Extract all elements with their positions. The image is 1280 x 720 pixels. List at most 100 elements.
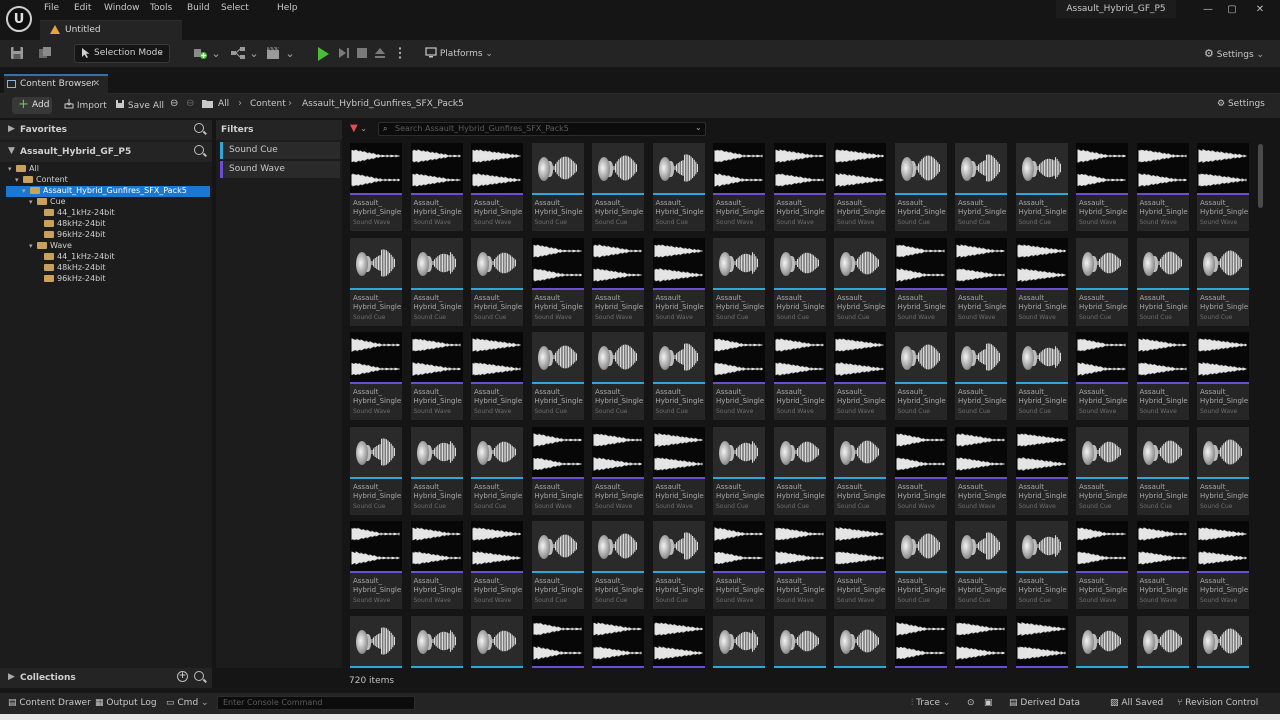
asset-tile-sound-cue[interactable]: Assault_Hybrid_SingleSound Cue [894, 521, 947, 609]
asset-tile-sound-wave[interactable]: Assault_Hybrid_SingleSound Wave [894, 237, 947, 326]
asset-tile-sound-cue[interactable]: Assault_Hybrid_SingleSound Cue [531, 521, 584, 609]
asset-tile-sound-cue[interactable]: Assault_Hybrid_SingleSound Cue [531, 332, 584, 420]
asset-tile-sound-cue[interactable]: Assault_Hybrid_SingleSound Cue [350, 615, 402, 668]
asset-scrollbar[interactable] [1258, 144, 1263, 208]
asset-tile-sound-cue[interactable]: Assault_Hybrid_SingleSound Cue [1015, 143, 1068, 231]
console-command-input[interactable]: Enter Console Command [217, 696, 415, 710]
asset-tile-sound-wave[interactable]: Assault_Hybrid_SingleSound Wave [410, 143, 463, 231]
tree-folder[interactable]: 44_1kHz-24bit [6, 252, 210, 263]
maximize-button[interactable]: ▢ [1222, 2, 1242, 18]
asset-tile-sound-cue[interactable]: Assault_Hybrid_SingleSound Cue [955, 143, 1007, 231]
breadcrumb-pack[interactable]: Assault_Hybrid_Gunfires_SFX_Pack5 [302, 99, 464, 109]
asset-tile-sound-cue[interactable]: Assault_Hybrid_SingleSound Cue [471, 237, 523, 326]
all-saved-button[interactable]: ▨ All Saved [1110, 698, 1163, 708]
asset-tile-sound-cue[interactable]: Assault_Hybrid_SingleSound Cue [955, 521, 1007, 609]
asset-tile-sound-cue[interactable]: Assault_Hybrid_SingleSound Cue [652, 332, 705, 420]
screenshot-icon[interactable]: ▣ [984, 698, 993, 708]
project-section[interactable]: ▼ Assault_Hybrid_GF_P5 [0, 142, 212, 162]
content-browser-settings[interactable]: ⚙ Settings [1217, 99, 1265, 109]
add-actor-icon[interactable] [192, 46, 208, 62]
asset-tile-sound-cue[interactable]: Assault_Hybrid_SingleSound Cue [652, 143, 705, 231]
chevron-down-icon[interactable]: ▾ [22, 187, 30, 195]
asset-tile-sound-wave[interactable]: Assault_Hybrid_SingleSound Wave [834, 521, 886, 609]
play-icon[interactable] [318, 47, 329, 61]
asset-tile-sound-cue[interactable]: Assault_Hybrid_SingleSound Cue [834, 426, 886, 515]
asset-tile-sound-wave[interactable]: Assault_Hybrid_SingleSound Wave [350, 332, 402, 420]
asset-tile-sound-cue[interactable]: Assault_Hybrid_SingleSound Cue [894, 332, 947, 420]
asset-tile-sound-wave[interactable]: Assault_Hybrid_SingleSound Wave [471, 521, 523, 609]
asset-tile-sound-wave[interactable]: Assault_Hybrid_SingleSound Wave [350, 521, 402, 609]
cinematics-icon[interactable] [266, 46, 282, 62]
search-icon[interactable] [194, 671, 204, 681]
content-browser-icon[interactable] [37, 46, 53, 62]
breadcrumb-content[interactable]: Content [250, 99, 286, 109]
level-tab-untitled[interactable]: Untitled [40, 20, 182, 40]
favorites-section[interactable]: ▶ Favorites [0, 120, 212, 140]
menu-build[interactable]: Build [187, 3, 210, 15]
revision-control-button[interactable]: ⑂ Revision Control [1177, 698, 1258, 708]
asset-tile-sound-wave[interactable]: Assault_Hybrid_SingleSound Wave [1076, 521, 1128, 609]
history-back-icon[interactable]: ⊖ [170, 98, 178, 109]
menu-tools[interactable]: Tools [150, 3, 172, 15]
asset-tile-sound-wave[interactable]: Assault_Hybrid_SingleSound Wave [592, 615, 644, 668]
asset-tile-sound-wave[interactable]: Assault_Hybrid_SingleSound Wave [773, 332, 826, 420]
record-icon[interactable]: ⊙ [967, 698, 975, 708]
asset-tile-sound-wave[interactable]: Assault_Hybrid_SingleSound Wave [1015, 426, 1068, 515]
minimize-button[interactable]: — [1198, 2, 1218, 18]
close-icon[interactable]: ✕ [92, 79, 100, 89]
settings-dropdown[interactable]: ⚙ Settings ⌄ [1204, 47, 1264, 60]
asset-tile-sound-wave[interactable]: Assault_Hybrid_SingleSound Wave [471, 143, 523, 231]
asset-tile-sound-cue[interactable]: Assault_Hybrid_SingleSound Cue [471, 426, 523, 515]
asset-tile-sound-wave[interactable]: Assault_Hybrid_SingleSound Wave [773, 521, 826, 609]
asset-tile-sound-cue[interactable]: Assault_Hybrid_SingleSound Cue [1076, 426, 1128, 515]
asset-tile-sound-cue[interactable]: Assault_Hybrid_SingleSound Cue [713, 615, 765, 668]
asset-tile-sound-cue[interactable]: Assault_Hybrid_SingleSound Cue [531, 143, 584, 231]
cmd-dropdown[interactable]: ▭ Cmd ⌄ [166, 698, 209, 708]
asset-tile-sound-wave[interactable]: Assault_Hybrid_SingleSound Wave [955, 615, 1007, 668]
asset-tile-sound-cue[interactable]: Assault_Hybrid_SingleSound Cue [773, 237, 826, 326]
asset-tile-sound-wave[interactable]: Assault_Hybrid_SingleSound Wave [834, 332, 886, 420]
add-button[interactable]: + Add [12, 97, 52, 114]
tree-folder[interactable]: 96kHz-24bit [6, 274, 210, 285]
asset-tile-sound-cue[interactable]: Assault_Hybrid_SingleSound Cue [410, 426, 463, 515]
asset-tile-sound-wave[interactable]: Assault_Hybrid_SingleSound Wave [471, 332, 523, 420]
chevron-down-icon[interactable]: ▾ [15, 176, 23, 184]
content-drawer-button[interactable]: ▤ Content Drawer [8, 698, 91, 708]
asset-tile-sound-wave[interactable]: Assault_Hybrid_SingleSound Wave [1197, 521, 1249, 609]
chevron-down-icon[interactable]: ▾ [8, 165, 16, 173]
folder-icon[interactable] [202, 99, 213, 111]
chevron-down-icon[interactable]: ▾ [29, 242, 37, 250]
platforms-dropdown[interactable]: Platforms ⌄ [425, 47, 493, 61]
chevron-down-icon[interactable]: ⌄ [695, 123, 702, 132]
asset-tile-sound-wave[interactable]: Assault_Hybrid_SingleSound Wave [652, 426, 705, 515]
close-window-button[interactable]: ✕ [1250, 2, 1270, 18]
tree-folder[interactable]: 48kHz-24bit [6, 219, 210, 230]
asset-tile-sound-cue[interactable]: Assault_Hybrid_SingleSound Cue [894, 143, 947, 231]
asset-tile-sound-cue[interactable]: Assault_Hybrid_SingleSound Cue [592, 521, 644, 609]
asset-tile-sound-cue[interactable]: Assault_Hybrid_SingleSound Cue [1076, 615, 1128, 668]
asset-tile-sound-cue[interactable]: Assault_Hybrid_SingleSound Cue [350, 237, 402, 326]
chevron-down-icon[interactable]: ▾ [29, 198, 37, 206]
asset-tile-sound-cue[interactable]: Assault_Hybrid_SingleSound Cue [350, 426, 402, 515]
asset-tile-sound-wave[interactable]: Assault_Hybrid_SingleSound Wave [894, 615, 947, 668]
asset-tile-sound-cue[interactable]: Assault_Hybrid_SingleSound Cue [1197, 237, 1249, 326]
menu-window[interactable]: Window [104, 3, 140, 15]
asset-tile-sound-wave[interactable]: Assault_Hybrid_SingleSound Wave [1136, 143, 1189, 231]
import-button[interactable]: Import [64, 99, 107, 111]
chevron-down-icon[interactable]: ⌄ [246, 46, 262, 62]
asset-tile-sound-wave[interactable]: Assault_Hybrid_SingleSound Wave [1015, 237, 1068, 326]
search-icon[interactable] [194, 145, 204, 155]
asset-tile-sound-cue[interactable]: Assault_Hybrid_SingleSound Cue [713, 237, 765, 326]
asset-tile-sound-wave[interactable]: Assault_Hybrid_SingleSound Wave [1076, 143, 1128, 231]
stop-icon[interactable] [354, 46, 370, 62]
unreal-logo-icon[interactable]: U [6, 6, 32, 32]
menu-select[interactable]: Select [221, 3, 249, 15]
asset-tile-sound-wave[interactable]: Assault_Hybrid_SingleSound Wave [592, 426, 644, 515]
derived-data-button[interactable]: ▤ Derived Data [1009, 698, 1080, 708]
tree-folder[interactable]: ▾ Wave [6, 241, 210, 252]
filter-sound-cue[interactable]: Sound Cue [220, 142, 340, 159]
asset-tile-sound-wave[interactable]: Assault_Hybrid_SingleSound Wave [531, 237, 584, 326]
asset-tile-sound-cue[interactable]: Assault_Hybrid_SingleSound Cue [713, 426, 765, 515]
asset-tile-sound-cue[interactable]: Assault_Hybrid_SingleSound Cue [410, 237, 463, 326]
filter-sound-wave[interactable]: Sound Wave [220, 161, 340, 178]
